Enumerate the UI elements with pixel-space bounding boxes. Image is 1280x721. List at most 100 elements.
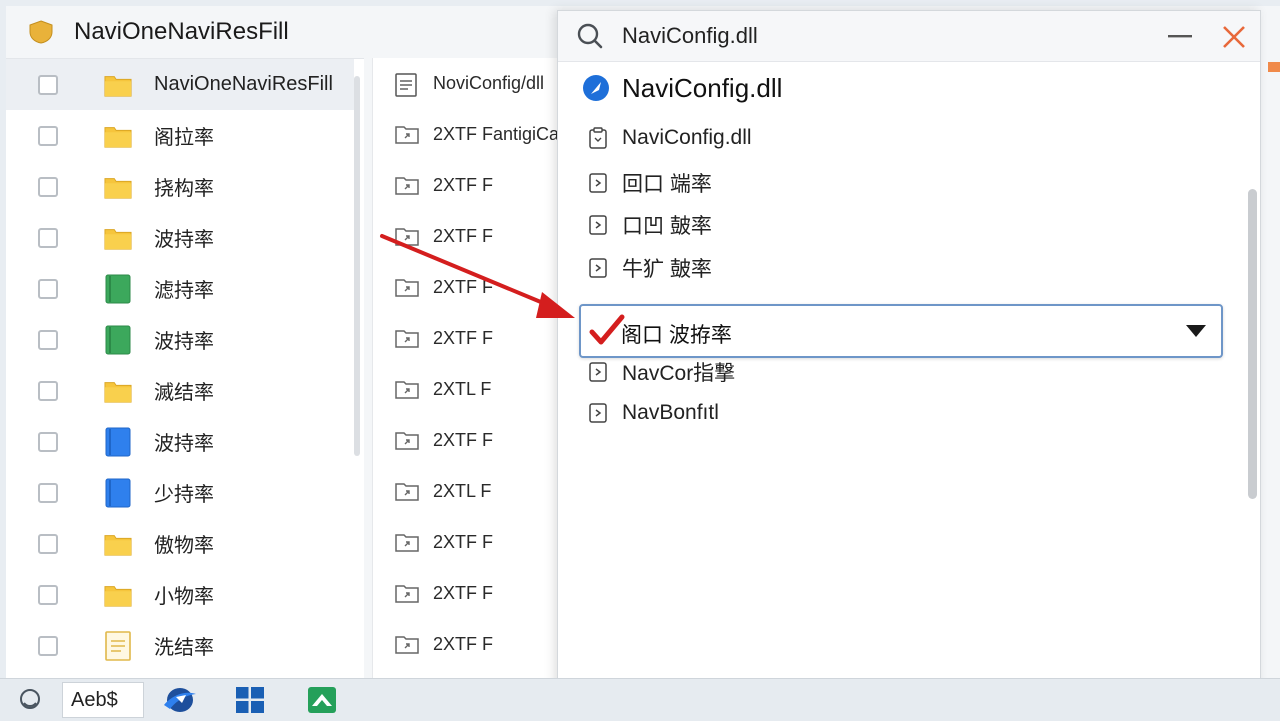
file-label: NoviConfig/dll (433, 73, 545, 93)
file-list-row[interactable]: 2XTF F (373, 619, 563, 670)
result-file-icon (588, 214, 608, 236)
file-list-row[interactable]: 2XTF FantigiCa (373, 109, 563, 160)
search-result-item[interactable]: 口凹 皷率 (588, 208, 712, 242)
row-label: 滅结率 (154, 382, 214, 404)
folder-list-row[interactable]: NaviOneNaviResFill (6, 59, 354, 110)
minimize-button[interactable] (1166, 23, 1194, 51)
file-link-icon (395, 226, 419, 248)
row-checkbox[interactable] (38, 635, 58, 656)
chevron-down-icon[interactable] (1185, 324, 1207, 338)
result-label: 口凹 皷率 (622, 215, 712, 238)
close-button[interactable] (1218, 21, 1250, 53)
row-checkbox[interactable] (38, 74, 58, 95)
browser-icon (164, 688, 196, 712)
folder-yellow-icon (104, 581, 132, 609)
minimize-icon (1168, 35, 1192, 38)
file-list-row[interactable]: 2XTF F (373, 568, 563, 619)
result-file-icon (588, 257, 608, 279)
file-link-icon (395, 379, 419, 401)
windows-icon (236, 687, 264, 713)
row-checkbox[interactable] (38, 125, 58, 146)
folder-list-row[interactable]: 滅结率 (6, 365, 354, 416)
file-list-row[interactable]: 2XTL F (373, 364, 563, 415)
folder-list-row[interactable]: 傲物率 (6, 518, 354, 569)
folder-yellow-icon (104, 122, 132, 150)
folder-list-row[interactable]: 少持率 (6, 467, 354, 518)
search-bar[interactable]: NaviConfig.dll (558, 11, 1260, 62)
taskbar-input[interactable]: Aeb$ (62, 682, 144, 718)
file-label: 2XTF FantigiCa (433, 124, 560, 144)
file-list-row[interactable]: 2XTF F (373, 262, 563, 313)
row-checkbox[interactable] (38, 176, 58, 197)
left-scrollbar[interactable] (354, 76, 360, 456)
file-list-row[interactable]: 2XTL F (373, 466, 563, 517)
row-checkbox[interactable] (38, 584, 58, 605)
folder-list-row[interactable]: 波持率 (6, 314, 354, 365)
taskbar-input-value: Aeb$ (71, 688, 118, 711)
row-checkbox[interactable] (38, 533, 58, 554)
folder-list-row[interactable]: 洗结率 (6, 620, 354, 671)
result-file-icon (588, 127, 608, 149)
book-blue-icon (104, 427, 132, 456)
document-icon (395, 72, 417, 97)
search-query[interactable]: NaviConfig.dll (622, 23, 758, 49)
folder-list-row[interactable]: 小物率 (6, 569, 354, 620)
row-label: 阁拉率 (154, 127, 214, 149)
row-label: 波持率 (154, 229, 214, 251)
search-result-item[interactable]: NavBonfıtl (588, 396, 719, 430)
row-label: 傲物率 (154, 535, 214, 557)
row-checkbox[interactable] (38, 431, 58, 452)
file-link-icon (395, 175, 419, 197)
folder-list-row[interactable]: 波持率 (6, 212, 354, 263)
file-list-row[interactable]: NoviConfig/dll (373, 58, 563, 109)
search-result-item[interactable]: NavCor指撃 (588, 355, 735, 389)
file-link-icon (395, 583, 419, 605)
folder-yellow-icon (104, 377, 132, 405)
row-label: 波持率 (154, 433, 214, 455)
file-link-icon (395, 634, 419, 656)
selected-result-dropdown[interactable]: 阁口 波拵率 (579, 304, 1223, 358)
shield-app-icon (29, 20, 53, 44)
result-header: NaviConfig.dll (582, 71, 782, 105)
file-link-icon (395, 277, 419, 299)
folder-list-row[interactable]: 挠构率 (6, 161, 354, 212)
result-label: NavCor指撃 (622, 362, 736, 385)
title-bar: NaviOneNaviResFill (6, 6, 566, 58)
row-label: 小物率 (154, 586, 214, 608)
book-green-icon (104, 325, 132, 354)
file-link-icon (395, 430, 419, 452)
folder-yellow-icon (104, 71, 132, 99)
file-list-row[interactable]: 2XTF F (373, 160, 563, 211)
row-checkbox[interactable] (38, 227, 58, 248)
store-icon (308, 687, 336, 713)
file-list-row[interactable]: 2XTF F (373, 517, 563, 568)
result-file-icon (588, 361, 608, 383)
file-label: 2XTL F (433, 379, 492, 399)
folder-list-row[interactable]: 滤持率 (6, 263, 354, 314)
window-title: NaviOneNaviResFill (74, 18, 289, 45)
taskbar-windows-button[interactable] (228, 681, 272, 719)
folder-list-row[interactable]: 波持率 (6, 416, 354, 467)
result-label: NavBonfıtl (622, 401, 719, 424)
row-checkbox[interactable] (38, 482, 58, 503)
row-checkbox[interactable] (38, 278, 58, 299)
row-checkbox[interactable] (38, 329, 58, 350)
taskbar-browser-button[interactable] (160, 681, 200, 719)
file-label: 2XTF F (433, 277, 494, 297)
file-list-row[interactable]: 2XTF F (373, 313, 563, 364)
taskbar-store-button[interactable] (300, 681, 344, 719)
search-result-item[interactable]: 回口 端率 (588, 166, 712, 200)
search-result-item[interactable]: NaviConfig.dll (588, 121, 752, 155)
file-label: 2XTF F (433, 175, 494, 195)
result-file-icon (588, 172, 608, 194)
file-link-icon (395, 532, 419, 554)
folder-list-row[interactable]: 阁拉率 (6, 110, 354, 161)
taskbar-search-button[interactable] (14, 681, 48, 719)
right-scrollbar[interactable] (1248, 189, 1257, 499)
result-label: 回口 端率 (622, 173, 712, 196)
search-result-item[interactable]: 牛犷 皷率 (588, 251, 712, 285)
file-list-row[interactable]: 2XTF F (373, 211, 563, 262)
book-blue-icon (104, 478, 132, 507)
file-list-row[interactable]: 2XTF F (373, 415, 563, 466)
row-checkbox[interactable] (38, 380, 58, 401)
